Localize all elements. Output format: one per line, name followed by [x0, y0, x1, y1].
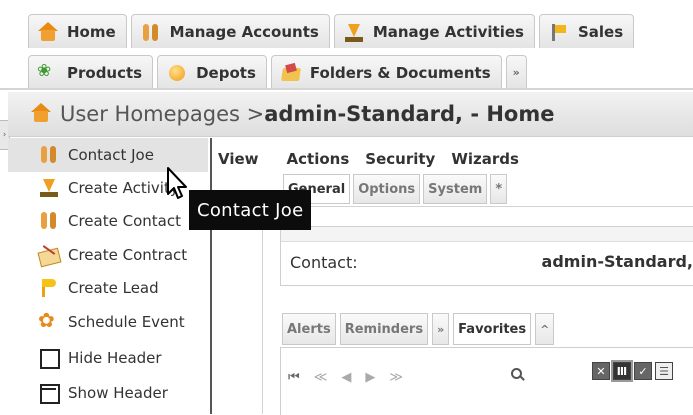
accounts-icon	[140, 22, 162, 42]
sidebar-item-label: Show Header	[68, 384, 168, 402]
contact-icon	[38, 144, 60, 166]
view-mode-toolbar: ✕ Ⅲ ✓ ☰	[592, 362, 673, 380]
breadcrumb: User Homepages > admin-Standard, - Home	[8, 92, 693, 137]
tab-depots-label: Depots	[196, 63, 256, 82]
more-portlet-tabs-button[interactable]: »	[432, 313, 450, 345]
sidebar-item-label: Create Contact	[68, 212, 181, 230]
prev-fast-icon[interactable]: ≪	[314, 370, 328, 385]
contact-panel-header	[281, 227, 693, 242]
menu-view[interactable]: View	[212, 150, 267, 168]
tab-depots[interactable]: Depots	[157, 55, 267, 89]
more-tabs-button[interactable]: »	[505, 55, 527, 89]
pagination-controls: ⏮ ≪ ◀ ▶ ≫	[288, 370, 403, 385]
close-view-icon[interactable]: ✕	[592, 362, 610, 380]
tab-manage-activities[interactable]: Manage Activities	[333, 14, 535, 48]
show-header-icon	[38, 382, 60, 404]
detail-tabs: General Options System *	[283, 174, 508, 204]
collapse-button[interactable]: ^	[535, 313, 555, 345]
next-fast-icon[interactable]: ≫	[389, 370, 403, 385]
tab-products[interactable]: Products	[28, 55, 154, 89]
tab-home-label: Home	[67, 22, 116, 41]
detail-tabs-divider	[268, 206, 693, 207]
sales-icon	[548, 22, 570, 42]
menu-bar: View Actions Security Wizards	[212, 150, 527, 168]
schedule-event-icon	[38, 308, 60, 333]
tab-more[interactable]: *	[490, 174, 508, 204]
sidebar-item-hide-header[interactable]: Hide Header	[8, 341, 208, 375]
sidebar-item-label: Create Lead	[68, 279, 159, 297]
tab-folders-documents[interactable]: Folders & Documents	[270, 55, 502, 89]
main-tab-row: Home Manage Accounts Manage Activities S…	[28, 14, 635, 48]
contact-panel: Contact: admin-Standard,	[280, 226, 693, 286]
sidebar-item-label: Create Activity	[68, 179, 179, 197]
sidebar-item-label: Hide Header	[68, 349, 162, 367]
tab-sales[interactable]: Sales	[538, 14, 635, 48]
sidebar-item-label: Create Contract	[68, 246, 188, 264]
prev-page-icon[interactable]: ◀	[341, 370, 351, 385]
depots-icon	[166, 63, 188, 83]
columns-view-icon[interactable]: Ⅲ	[613, 362, 631, 380]
more-tabs-icon: »	[512, 66, 520, 79]
sidebar-item-schedule-event[interactable]: Schedule Event	[8, 305, 208, 339]
tab-bar-divider	[0, 88, 693, 90]
create-contact-icon	[38, 210, 60, 232]
tab-manage-accounts-label: Manage Accounts	[169, 22, 319, 41]
home-icon	[37, 21, 59, 42]
tab-folders-documents-label: Folders & Documents	[309, 63, 491, 82]
sidebar-item-label: Schedule Event	[68, 313, 185, 331]
contact-label: Contact:	[290, 253, 358, 272]
tab-favorites[interactable]: Favorites	[453, 313, 532, 345]
menu-actions[interactable]: Actions	[279, 150, 358, 168]
contact-value[interactable]: admin-Standard,	[542, 252, 693, 271]
tooltip: Contact Joe	[189, 190, 312, 230]
tab-products-label: Products	[67, 63, 143, 82]
tab-reminders[interactable]: Reminders	[339, 313, 429, 345]
home-icon	[30, 103, 54, 125]
sidebar-item-create-contract[interactable]: Create Contract	[8, 238, 208, 272]
first-page-icon[interactable]: ⏮	[288, 370, 300, 385]
create-activity-icon	[38, 177, 60, 199]
mouse-cursor-icon	[167, 167, 187, 199]
tab-system[interactable]: System	[423, 174, 488, 204]
sidebar-item-show-header[interactable]: Show Header	[8, 376, 208, 410]
tab-options[interactable]: Options	[353, 174, 421, 204]
breadcrumb-parent[interactable]: User Homepages >	[60, 102, 264, 126]
folders-icon	[280, 63, 302, 83]
content-left-border	[262, 206, 263, 414]
sidebar-item-create-contact[interactable]: Create Contact	[8, 204, 208, 238]
menu-wizards[interactable]: Wizards	[443, 150, 527, 168]
search-icon[interactable]	[510, 367, 526, 383]
sidebar-item-create-lead[interactable]: Create Lead	[8, 271, 208, 305]
create-lead-icon	[38, 277, 60, 299]
menu-security[interactable]: Security	[357, 150, 443, 168]
list-view-icon[interactable]: ☰	[655, 362, 673, 380]
tab-manage-accounts[interactable]: Manage Accounts	[130, 14, 330, 48]
activities-icon	[343, 22, 365, 42]
tab-home[interactable]: Home	[28, 14, 127, 48]
tab-sales-label: Sales	[577, 22, 624, 41]
tab-manage-activities-label: Manage Activities	[372, 22, 524, 41]
check-view-icon[interactable]: ✓	[634, 362, 652, 380]
secondary-tab-row: Products Depots Folders & Documents »	[28, 55, 527, 89]
products-icon	[37, 61, 59, 83]
create-contract-icon	[38, 244, 60, 266]
hide-header-icon	[38, 347, 60, 369]
sidebar-item-label: Contact Joe	[68, 146, 154, 164]
breadcrumb-current: admin-Standard, - Home	[264, 102, 555, 126]
sidebar-border	[210, 138, 212, 414]
portlet-tabs: Alerts Reminders » Favorites ^	[282, 313, 555, 345]
next-page-icon[interactable]: ▶	[365, 370, 375, 385]
tab-alerts[interactable]: Alerts	[282, 313, 336, 345]
